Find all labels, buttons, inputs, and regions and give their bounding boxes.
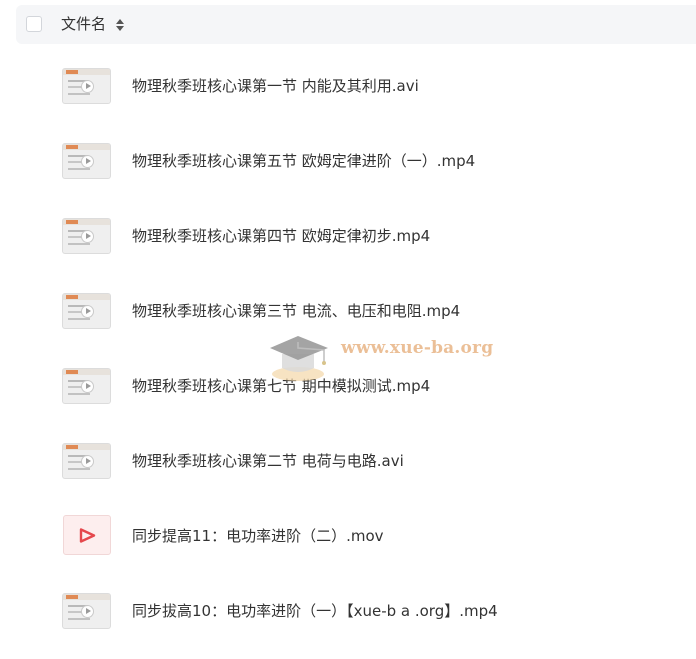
- play-icon: [79, 528, 96, 543]
- filename-column-header[interactable]: 文件名: [61, 15, 106, 34]
- file-name[interactable]: 同步拔高10：电功率进阶（一）【xue-b a .org】.mp4: [132, 601, 498, 621]
- file-row[interactable]: 物理秋季班核心课第一节 内能及其利用.avi: [0, 49, 696, 124]
- graduation-cap-icon: [270, 336, 328, 381]
- file-row[interactable]: 同步提高11：电功率进阶（二）.mov: [0, 499, 696, 574]
- mov-file-icon: [63, 515, 111, 555]
- file-list-header: 文件名: [16, 5, 696, 44]
- video-thumbnail: [62, 143, 111, 179]
- video-thumbnail: [62, 593, 111, 629]
- file-name[interactable]: 物理秋季班核心课第三节 电流、电压和电阻.mp4: [132, 301, 460, 321]
- file-name[interactable]: 同步提高11：电功率进阶（二）.mov: [132, 526, 384, 546]
- file-name[interactable]: 物理秋季班核心课第五节 欧姆定律进阶（一）.mp4: [132, 151, 475, 171]
- video-thumbnail: [62, 293, 111, 329]
- video-thumbnail: [62, 443, 111, 479]
- file-name[interactable]: 物理秋季班核心课第四节 欧姆定律初步.mp4: [132, 226, 430, 246]
- select-all-checkbox[interactable]: [26, 16, 42, 32]
- video-thumbnail: [62, 368, 111, 404]
- file-name[interactable]: 物理秋季班核心课第一节 内能及其利用.avi: [132, 76, 419, 96]
- video-thumbnail: [62, 218, 111, 254]
- watermark: www.xue-ba.org: [268, 320, 508, 390]
- file-name[interactable]: 物理秋季班核心课第二节 电荷与电路.avi: [132, 451, 404, 471]
- file-row[interactable]: 物理秋季班核心课第四节 欧姆定律初步.mp4: [0, 199, 696, 274]
- sort-icon[interactable]: [115, 18, 125, 32]
- file-row[interactable]: 物理秋季班核心课第二节 电荷与电路.avi: [0, 424, 696, 499]
- file-row[interactable]: 物理秋季班核心课第五节 欧姆定律进阶（一）.mp4: [0, 124, 696, 199]
- watermark-text: www.xue-ba.org: [341, 338, 494, 358]
- video-thumbnail: [62, 68, 111, 104]
- file-row[interactable]: 同步拔高10：电功率进阶（一）【xue-b a .org】.mp4: [0, 574, 696, 649]
